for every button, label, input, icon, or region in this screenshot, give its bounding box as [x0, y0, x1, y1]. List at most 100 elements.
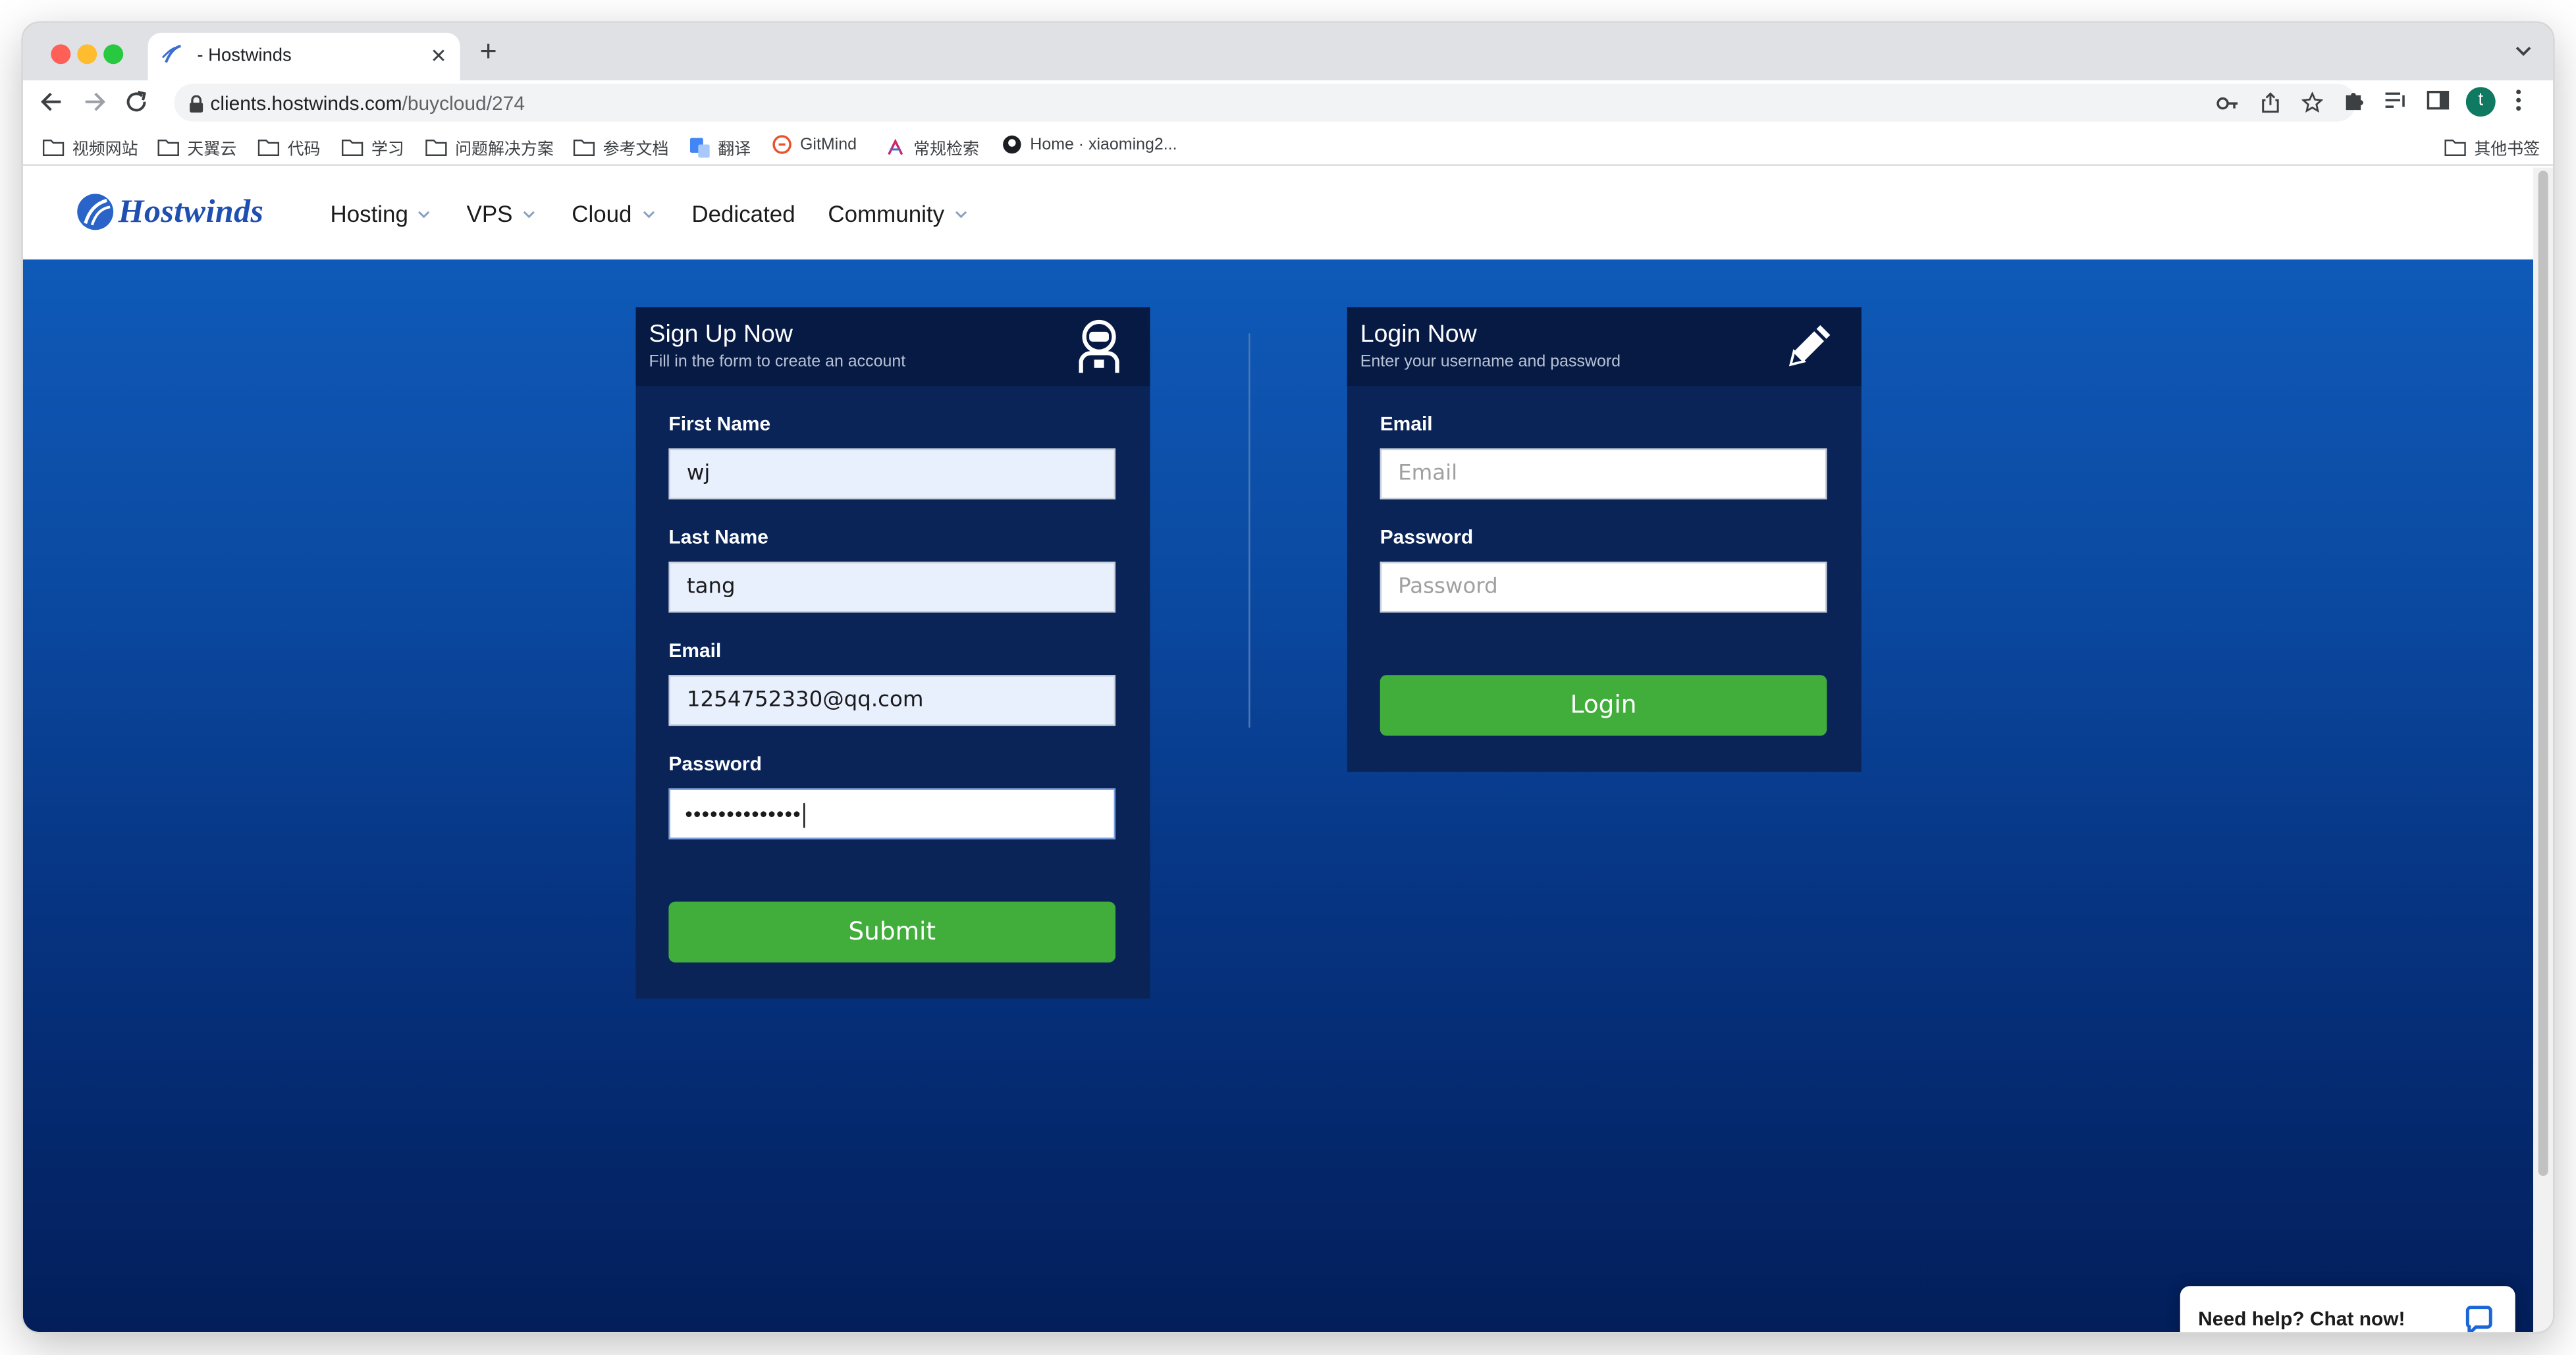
chevron-down-icon [419, 210, 431, 218]
login-password-label: Password [1380, 525, 1474, 549]
signup-card-header: Sign Up Now Fill in the form to create a… [635, 307, 1150, 386]
tab-close-icon[interactable]: ✕ [431, 44, 447, 67]
nav-community[interactable]: Community [828, 200, 967, 226]
submit-button[interactable]: Submit [668, 901, 1116, 963]
nav-label: Community [828, 200, 945, 227]
chat-label: Need help? Chat now! [2198, 1307, 2405, 1331]
nav-label: VPS [466, 200, 513, 227]
bookmark-item[interactable]: 代码 [257, 135, 321, 159]
side-panel-icon[interactable] [2427, 89, 2450, 120]
first-name-input[interactable] [668, 448, 1116, 500]
nav-dedicated[interactable]: Dedicated [691, 200, 795, 226]
gitmind-icon [772, 135, 792, 154]
nav-label: Cloud [572, 200, 632, 227]
astronaut-icon [1073, 319, 1125, 383]
github-icon [1003, 135, 1021, 154]
folder-icon [425, 140, 447, 156]
url-path: /buycloud/274 [402, 92, 525, 115]
lock-icon[interactable] [189, 92, 203, 122]
bookmark-label: Home · xiaoming2... [1030, 135, 1177, 154]
bookmark-item[interactable]: 常规检索 [886, 135, 979, 159]
web-page: Hostwinds Hosting VPS Cloud Dedicated Co… [22, 167, 2534, 1333]
signup-password-label: Password [668, 752, 762, 776]
other-bookmarks[interactable]: 其他书签 [2444, 135, 2540, 159]
chevron-down-icon [642, 210, 655, 218]
tab-title: - Hostwinds [197, 45, 292, 66]
more-menu-icon[interactable] [2513, 89, 2523, 120]
site-header: Hostwinds Hosting VPS Cloud Dedicated Co… [22, 167, 2534, 260]
bookmark-item[interactable]: 视频网站 [42, 135, 138, 159]
browser-window: - Hostwinds ✕ + clients.hostwinds.com/bu… [22, 22, 2554, 1333]
hostwinds-logo[interactable]: Hostwinds [76, 192, 264, 232]
signup-email-input[interactable] [668, 675, 1116, 726]
logo-text: Hostwinds [118, 193, 264, 229]
nav-label: Hosting [330, 200, 408, 227]
chevron-down-icon [955, 210, 967, 218]
login-card: Login Now Enter your username and passwo… [1347, 307, 1862, 772]
translate-icon [689, 137, 710, 157]
login-title: Login Now [1360, 320, 1477, 348]
bookmark-item[interactable]: Home · xiaoming2... [1002, 135, 1177, 155]
forward-arrow-icon[interactable] [80, 89, 107, 123]
browser-titlebar: - Hostwinds ✕ + [22, 22, 2554, 81]
bookmark-item[interactable]: 参考文档 [573, 135, 669, 159]
page-scrollbar[interactable] [2533, 167, 2554, 1333]
share-icon[interactable] [2261, 92, 2280, 122]
signup-title: Sign Up Now [649, 320, 793, 348]
last-name-label: Last Name [668, 525, 768, 549]
first-name-label: First Name [668, 412, 771, 436]
login-email-input[interactable] [1380, 448, 1827, 500]
key-icon[interactable] [2216, 92, 2240, 122]
browser-tab-active[interactable]: - Hostwinds ✕ [148, 32, 460, 81]
reload-icon[interactable] [123, 89, 149, 123]
maximize-window-button[interactable] [103, 44, 124, 65]
new-tab-button[interactable]: + [480, 36, 497, 66]
nav-cloud[interactable]: Cloud [572, 200, 655, 226]
scrollbar-thumb[interactable] [2538, 171, 2548, 1177]
bookmark-item[interactable]: 学习 [341, 135, 404, 159]
address-bar[interactable]: clients.hostwinds.com/buycloud/274 [174, 84, 2356, 122]
login-subtitle: Enter your username and password [1360, 353, 1621, 371]
close-window-button[interactable] [51, 44, 71, 65]
url-text[interactable]: clients.hostwinds.com/buycloud/274 [210, 92, 525, 115]
bookmark-item[interactable]: 问题解决方案 [425, 135, 554, 159]
chat-bubble-icon[interactable] [2464, 1306, 2494, 1333]
hostwinds-logo-icon [77, 194, 114, 230]
back-arrow-icon[interactable] [40, 89, 66, 123]
other-bookmarks-label: 其他书签 [2474, 141, 2540, 159]
bookmark-label: 视频网站 [72, 141, 138, 159]
bookmark-star-icon[interactable] [2301, 91, 2324, 122]
folder-icon [573, 140, 595, 156]
pencil-icon [1781, 319, 1837, 383]
bookmark-label: 常规检索 [913, 141, 979, 159]
form-divider [1248, 333, 1250, 728]
minimize-window-button[interactable] [77, 44, 97, 65]
password-mask: •••••••••••••• [685, 788, 805, 839]
login-password-input[interactable] [1380, 562, 1827, 613]
login-button[interactable]: Login [1380, 675, 1827, 736]
extensions-puzzle-icon[interactable] [2343, 89, 2366, 120]
bookmark-item[interactable]: 天翼云 [157, 135, 237, 159]
profile-avatar[interactable]: t [2465, 87, 2496, 117]
folder-icon [341, 140, 363, 156]
bookmark-label: 学习 [371, 141, 404, 159]
bookmark-item[interactable]: GitMind [772, 135, 857, 155]
nav-label: Dedicated [691, 200, 795, 227]
bookmark-label: 天翼云 [187, 141, 237, 159]
bookmark-label: 翻译 [718, 141, 751, 159]
bookmark-label: 问题解决方案 [455, 141, 554, 159]
search-logo-icon [888, 138, 903, 155]
login-card-header: Login Now Enter your username and passwo… [1347, 307, 1862, 386]
bookmark-label: 参考文档 [603, 141, 669, 159]
bookmark-item[interactable]: 翻译 [689, 135, 751, 159]
bookmarks-bar: 视频网站 天翼云 代码 学习 问题解决方案 参考文档 翻译 GitMind 常规… [22, 124, 2554, 166]
reading-list-icon[interactable] [2384, 89, 2407, 120]
text-cursor [803, 803, 805, 828]
chat-widget[interactable]: Need help? Chat now! [2180, 1286, 2515, 1333]
hero-section: Sign Up Now Fill in the form to create a… [22, 259, 2534, 1333]
last-name-input[interactable] [668, 562, 1116, 613]
bookmark-label: GitMind [800, 135, 857, 154]
nav-hosting[interactable]: Hosting [330, 200, 431, 226]
tab-search-chevron-icon[interactable] [2513, 40, 2533, 69]
nav-vps[interactable]: VPS [467, 200, 536, 226]
